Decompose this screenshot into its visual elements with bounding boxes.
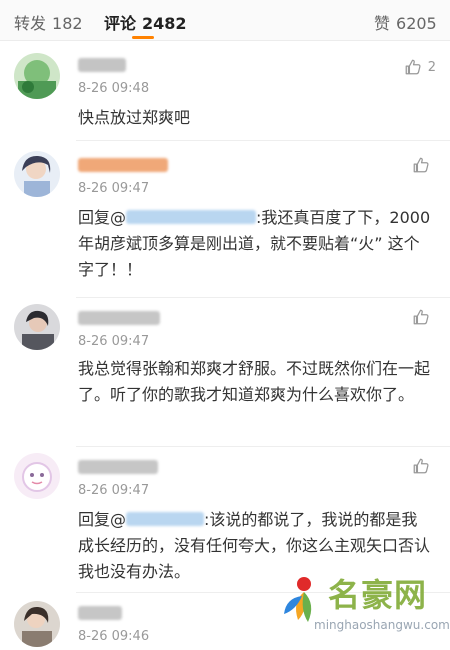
comment-timestamp: 8-26 09:47 <box>78 181 150 196</box>
like-button[interactable] <box>412 156 436 174</box>
username-blurred[interactable] <box>78 606 122 620</box>
watermark-brand: 名豪网 <box>328 576 428 614</box>
tab-repost[interactable]: 转发 182 <box>14 10 83 34</box>
avatar[interactable] <box>14 601 60 647</box>
comment-timestamp: 8-26 09:46 <box>78 629 150 644</box>
watermark: 名豪网 minghaoshangwu.com <box>278 568 450 648</box>
mention-link-blurred[interactable] <box>126 512 205 526</box>
comment-timestamp: 8-26 09:47 <box>78 334 150 349</box>
comment-timestamp: 8-26 09:48 <box>78 81 150 96</box>
reply-prefix: 回复@ <box>78 510 127 529</box>
watermark-url: minghaoshangwu.com <box>314 618 450 632</box>
tab-repost-label: 转发 <box>14 14 47 33</box>
thumbs-up-icon <box>413 157 429 173</box>
thumbs-up-icon <box>413 458 429 474</box>
avatar[interactable] <box>14 53 60 99</box>
mention-link-blurred[interactable] <box>126 210 257 224</box>
tab-like[interactable]: 赞 6205 <box>374 10 437 34</box>
comment-item: 8-26 09:47 回复@:我还真百度了下，2000年胡彦斌顶多算是刚出道，就… <box>0 141 450 297</box>
username-blurred[interactable] <box>78 311 160 325</box>
username-blurred[interactable] <box>78 58 126 72</box>
tab-comment-count: 2482 <box>142 14 187 33</box>
tab-comment[interactable]: 评论 2482 <box>104 10 187 34</box>
username-blurred[interactable] <box>78 460 158 474</box>
comment-text: 我总觉得张翰和郑爽才舒服。不过既然你们在一起了。听了你的歌我才知道郑爽为什么喜欢… <box>78 359 431 404</box>
thumbs-up-icon <box>413 309 429 325</box>
username-blurred[interactable] <box>78 158 168 172</box>
tab-comment-label: 评论 <box>104 14 137 33</box>
like-button[interactable]: 2 <box>404 58 436 76</box>
like-count: 2 <box>427 59 436 75</box>
thumbs-up-icon <box>405 59 421 75</box>
reply-prefix: 回复@ <box>78 208 127 227</box>
active-tab-indicator <box>132 36 154 39</box>
comment-item: 8-26 09:47 我总觉得张翰和郑爽才舒服。不过既然你们在一起了。听了你的歌… <box>0 298 450 446</box>
tab-bar: 转发 182 评论 2482 赞 6205 <box>0 0 450 41</box>
comment-text: 快点放过郑爽吧 <box>78 108 191 127</box>
avatar[interactable] <box>14 151 60 197</box>
avatar[interactable] <box>14 304 60 350</box>
comment-timestamp: 8-26 09:47 <box>78 483 150 498</box>
comment-reply-text: 回复@:我还真百度了下，2000年胡彦斌顶多算是刚出道，就不要贴着“火” 这个字… <box>78 205 433 283</box>
like-button[interactable] <box>412 308 436 326</box>
tab-like-count: 6205 <box>396 14 437 33</box>
tab-like-label: 赞 <box>374 14 391 33</box>
tab-repost-count: 182 <box>52 14 83 33</box>
avatar[interactable] <box>14 453 60 499</box>
comment-item: 8-26 09:48 快点放过郑爽吧 2 <box>0 41 450 140</box>
like-button[interactable] <box>412 457 436 475</box>
